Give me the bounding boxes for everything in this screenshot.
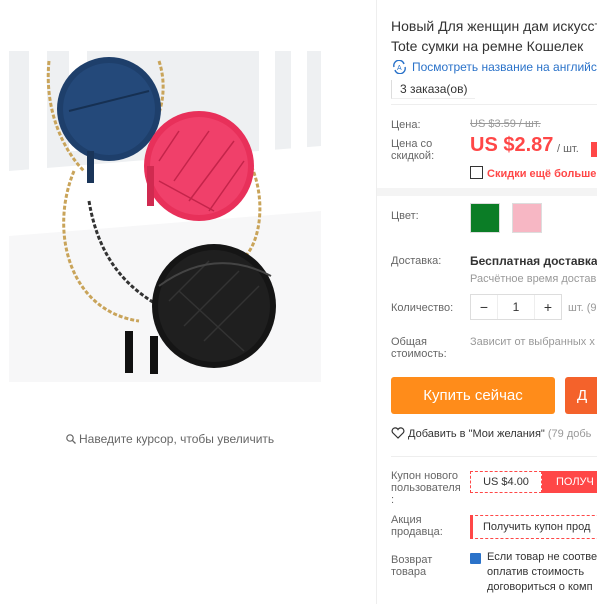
zoom-hint: Наведите курсор, чтобы увеличить <box>66 432 274 446</box>
get-coupon-button[interactable]: ПОЛУЧ <box>542 471 597 493</box>
more-discounts-link[interactable]: Скидки ещё больше i <box>470 166 597 180</box>
return-policy-text: Если товар не соотве оплатив стоимость д… <box>487 550 597 595</box>
price-label: Цена: <box>391 119 421 131</box>
new-user-coupon-label-1: Купон нового <box>391 470 459 482</box>
quantity-unit: шт. (9 <box>568 302 597 314</box>
more-discounts-text: Скидки ещё больше i <box>487 168 597 180</box>
product-image[interactable] <box>9 51 321 382</box>
discount-badge <box>591 142 597 157</box>
price-unit: / шт. <box>557 143 579 155</box>
translate-link-text: Посмотреть название на английс <box>412 60 597 74</box>
return-line-2: оплатив стоимость <box>487 566 585 578</box>
old-price: US $3.59 / шт. <box>470 118 541 130</box>
quantity-stepper: − 1 + <box>470 294 562 320</box>
add-to-cart-button[interactable]: Д <box>565 377 597 414</box>
product-title-line2: Tote сумки на ремне Кошелек <box>391 38 584 54</box>
quantity-increase-button[interactable]: + <box>535 299 561 315</box>
heart-icon <box>391 427 405 439</box>
color-swatch-pink[interactable] <box>512 203 542 233</box>
quantity-decrease-button[interactable]: − <box>471 299 497 315</box>
buy-now-button[interactable]: Купить сейчас <box>391 377 555 414</box>
return-label-2: товара <box>391 566 427 578</box>
color-swatch-green[interactable] <box>470 203 500 233</box>
divider <box>391 456 597 457</box>
section-divider <box>377 188 597 196</box>
seller-promo-label-1: Акция <box>391 514 422 526</box>
product-title-line1: Новый Для женщин дам искусст <box>391 18 597 34</box>
shipping-estimate: Расчётное время достав <box>470 273 597 285</box>
translate-title-link[interactable]: A Посмотреть название на английс <box>391 59 597 75</box>
seller-coupon-button[interactable]: Получить купон прод <box>470 515 597 539</box>
wishlist-count: (79 добь <box>547 428 592 440</box>
wishlist-text: Добавить в "Мои желания" <box>408 428 545 440</box>
product-info: Новый Для женщин дам искусст Tote сумки … <box>377 0 597 604</box>
new-user-coupon-value: US $4.00 <box>470 471 542 493</box>
discount-price: US $2.87 <box>470 134 554 156</box>
svg-text:A: A <box>397 65 402 72</box>
total-label-2: стоимость: <box>391 348 447 360</box>
quantity-label: Количество: <box>391 302 454 314</box>
product-title: Новый Для женщин дам искусст Tote сумки … <box>391 16 597 56</box>
orders-count: 3 заказа(ов) <box>391 80 476 99</box>
seller-promo-label-2: продавца: <box>391 526 443 538</box>
quantity-input[interactable]: 1 <box>497 295 535 319</box>
return-policy-icon <box>470 553 481 564</box>
total-value: Зависит от выбранных х <box>470 336 595 348</box>
shipping-method[interactable]: Бесплатная доставка в <box>470 254 597 268</box>
discount-price-label-2: скидкой: <box>391 150 435 162</box>
divider <box>391 104 597 105</box>
new-user-coupon-label-3: : <box>391 494 395 506</box>
color-label: Цвет: <box>391 210 419 222</box>
return-line-1: Если товар не соотве <box>487 551 597 563</box>
total-label-1: Общая <box>391 336 427 348</box>
add-to-wishlist-link[interactable]: Добавить в "Мои желания" (79 добь <box>391 427 591 440</box>
zoom-hint-text: Наведите курсор, чтобы увеличить <box>79 432 275 446</box>
magnifier-icon <box>66 434 76 444</box>
discount-price-label-1: Цена со <box>391 138 433 150</box>
product-gallery: Наведите курсор, чтобы увеличить <box>0 0 377 604</box>
shipping-label: Доставка: <box>391 255 442 267</box>
translate-icon: A <box>393 59 406 75</box>
return-label-1: Возврат <box>391 554 433 566</box>
qr-code-icon <box>470 166 483 179</box>
new-user-coupon-label-2: пользователя <box>391 482 461 494</box>
return-line-3: договориться о комп <box>487 581 593 593</box>
